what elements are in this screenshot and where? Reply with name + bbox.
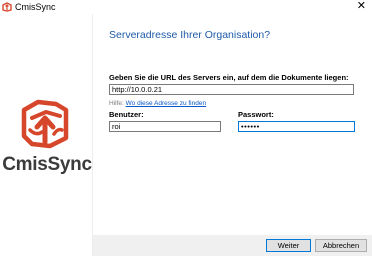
help-text: Hilfe: Wo diese Adresse zu finden bbox=[109, 100, 206, 107]
page-title: Serveradresse Ihrer Organisation? bbox=[109, 29, 271, 41]
logo-wordmark: CmisSync bbox=[2, 154, 92, 175]
window-title: CmisSync bbox=[15, 2, 56, 12]
close-icon[interactable]: ✕ bbox=[357, 0, 366, 12]
title-bar: CmisSync ✕ bbox=[0, 0, 372, 14]
password-label: Passwort: bbox=[238, 110, 274, 119]
cmissync-app-icon bbox=[2, 2, 12, 12]
username-field[interactable]: roi bbox=[109, 121, 221, 132]
help-link[interactable]: Wo diese Adresse zu finden bbox=[126, 100, 206, 107]
main-panel: Serveradresse Ihrer Organisation? Geben … bbox=[92, 14, 372, 235]
sidebar: CmisSync bbox=[0, 14, 92, 256]
setup-window: CmisSync ✕ CmisSync Serveradresse Ihrer … bbox=[0, 0, 372, 256]
cmissync-logo-icon bbox=[21, 99, 69, 149]
url-label: Geben Sie die URL des Servers ein, auf d… bbox=[109, 73, 349, 82]
cancel-button[interactable]: Abbrechen bbox=[315, 239, 367, 252]
next-button[interactable]: Weiter bbox=[266, 239, 311, 252]
password-field[interactable]: •••••• bbox=[238, 121, 355, 132]
button-bar: Weiter Abbrechen bbox=[92, 235, 372, 256]
help-prefix: Hilfe: bbox=[109, 100, 124, 107]
username-label: Benutzer: bbox=[109, 110, 144, 119]
server-url-field[interactable]: http://10.0.0.21 bbox=[109, 84, 354, 95]
